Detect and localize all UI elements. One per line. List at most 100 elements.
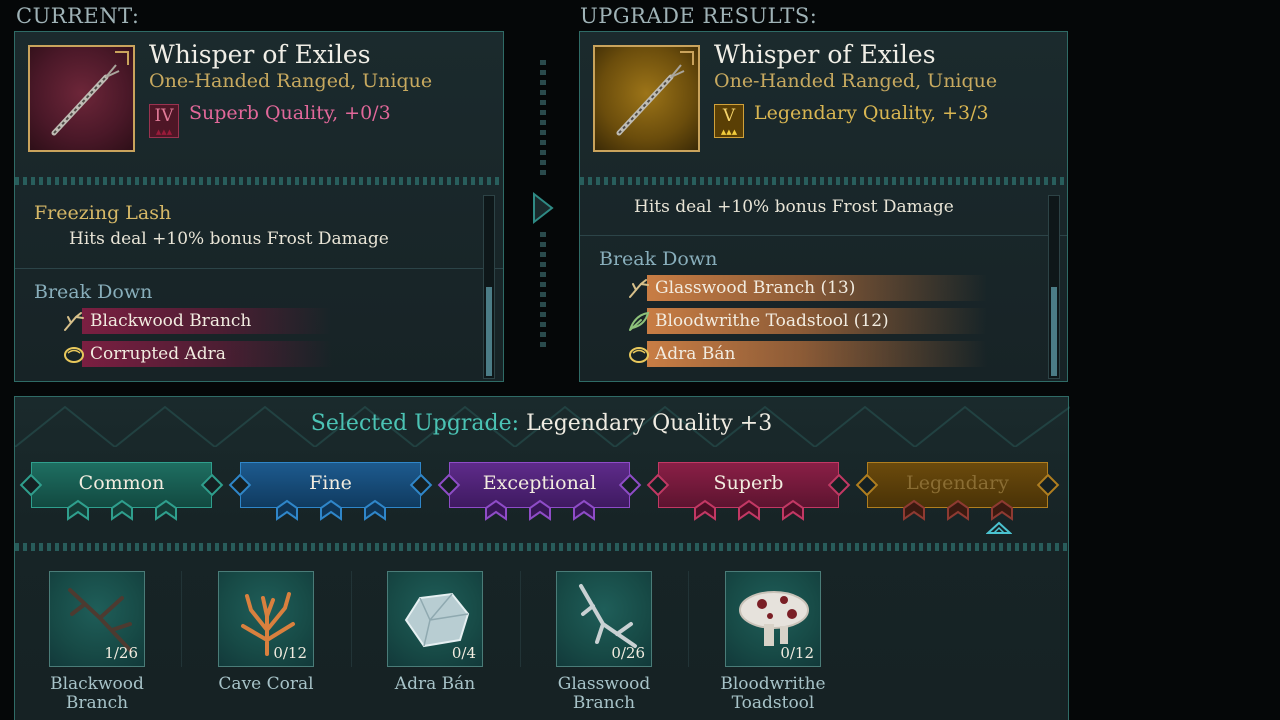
chevron-pip-icon	[110, 499, 133, 521]
quality-pips-icon: ▲▲▲	[720, 128, 738, 136]
quality-pips-icon: ▲▲▲	[155, 128, 173, 136]
current-section-label: CURRENT:	[16, 4, 140, 28]
break-down-item: Bloodwrithe Toadstool (12)	[627, 308, 987, 334]
selection-marker-icon	[986, 521, 1012, 534]
quality-numeral: V	[722, 106, 736, 126]
break-down-item-label: Corrupted Adra	[90, 344, 226, 364]
wand-icon	[616, 64, 685, 136]
divider	[15, 268, 503, 269]
chevron-pip-icon	[275, 499, 298, 521]
material-slot[interactable]: 1/26 Blackwood Branch	[17, 571, 177, 713]
tier-exceptional[interactable]: Exceptional	[437, 462, 642, 521]
divider	[520, 571, 521, 667]
break-down-item: Adra Bán	[627, 341, 987, 367]
material-count: 0/12	[780, 644, 814, 662]
enchantment-effect: Hits deal +10% bonus Frost Damage	[69, 229, 389, 249]
break-down-item-label: Blackwood Branch	[90, 311, 252, 331]
break-down-item-label: Bloodwrithe Toadstool (12)	[655, 311, 889, 331]
material-name: Adra Bán	[394, 674, 476, 694]
chevron-pip-icon	[737, 499, 760, 521]
tier-legendary[interactable]: Legendary	[855, 462, 1060, 521]
material-name: Blackwood Branch	[50, 674, 144, 713]
branch-icon	[64, 312, 84, 331]
quality-badge: IV ▲▲▲	[149, 104, 179, 138]
chevron-pip-icon	[363, 499, 386, 521]
chevron-pip-icon	[484, 499, 507, 521]
mushroom-icon	[739, 591, 809, 646]
tier-superb[interactable]: Superb	[646, 462, 851, 521]
chevron-pip-icon	[319, 499, 342, 521]
chevron-pip-icon	[572, 499, 595, 521]
chevron-pip-icon	[528, 499, 551, 521]
material-name: Cave Coral	[218, 674, 314, 694]
tier-fine[interactable]: Fine	[228, 462, 433, 521]
material-slot[interactable]: 0/12 Bloodwrithe Toadstool	[693, 571, 853, 713]
scrollbar[interactable]	[1048, 195, 1060, 379]
quality-text: Legendary Quality, +3/3	[754, 102, 989, 124]
divider	[351, 571, 352, 667]
quality-badge: V ▲▲▲	[714, 104, 744, 138]
tier-label: Common	[78, 472, 165, 494]
chevron-pip-icon	[154, 499, 177, 521]
chevron-pip-icon	[693, 499, 716, 521]
arrow-right-icon	[533, 191, 554, 225]
item-name: Whisper of Exiles	[149, 40, 371, 69]
upgrade-results-section-label: UPGRADE RESULTS:	[580, 4, 818, 28]
divider	[181, 571, 182, 667]
material-count: 0/4	[451, 644, 476, 662]
break-down-item: Glasswood Branch (13)	[627, 275, 987, 301]
material-count: 0/26	[611, 644, 645, 662]
break-down-item-label: Glasswood Branch (13)	[655, 278, 856, 298]
wand-icon	[51, 64, 120, 136]
current-item-panel: Whisper of Exiles One-Handed Ranged, Uni…	[14, 31, 504, 382]
enchantment-effect: Hits deal +10% bonus Frost Damage	[634, 197, 954, 217]
material-slot[interactable]: 0/12 Cave Coral	[186, 571, 346, 694]
item-name: Whisper of Exiles	[714, 40, 936, 69]
selected-upgrade-value: Legendary Quality +3	[526, 411, 773, 436]
material-count: 0/12	[273, 644, 307, 662]
material-slot[interactable]: 0/4 Adra Bán	[355, 571, 515, 694]
material-name: Bloodwrithe Toadstool	[720, 674, 826, 713]
divider	[15, 543, 1068, 551]
panel-divider	[540, 232, 546, 352]
crystal-icon	[404, 592, 470, 648]
branch-icon	[629, 279, 649, 298]
panel-divider	[540, 60, 546, 180]
break-down-item-label: Adra Bán	[655, 344, 736, 364]
tier-common[interactable]: Common	[19, 462, 224, 521]
chevron-pip-icon	[990, 499, 1013, 521]
tier-label: Exceptional	[482, 472, 597, 494]
chevron-pip-icon	[946, 499, 969, 521]
break-down-label: Break Down	[34, 281, 153, 303]
item-type: One-Handed Ranged, Unique	[149, 70, 433, 92]
quality-text: Superb Quality, +0/3	[189, 102, 391, 124]
tier-label: Fine	[309, 472, 352, 494]
selected-upgrade-label: Selected Upgrade:	[310, 411, 520, 436]
chevron-pip-icon	[66, 499, 89, 521]
material-name: Glasswood Branch	[557, 674, 651, 713]
item-portrait	[28, 45, 135, 152]
tier-label: Legendary	[906, 472, 1009, 494]
break-down-item: Corrupted Adra	[62, 341, 332, 367]
divider	[688, 571, 689, 667]
scrollbar[interactable]	[483, 195, 495, 379]
chevron-pip-icon	[781, 499, 804, 521]
divider	[15, 177, 503, 185]
material-slot[interactable]: 0/26 Glasswood Branch	[524, 571, 684, 713]
enchantment-name: Freezing Lash	[34, 202, 172, 224]
tier-label: Superb	[713, 472, 784, 494]
quality-numeral: IV	[154, 106, 174, 126]
selected-upgrade: Selected Upgrade: Legendary Quality +3	[15, 411, 1068, 436]
leaf-icon	[629, 311, 650, 331]
break-down-item: Blackwood Branch	[62, 308, 332, 334]
ore-icon	[629, 347, 649, 363]
break-down-label: Break Down	[599, 248, 718, 270]
item-type: One-Handed Ranged, Unique	[714, 70, 998, 92]
divider	[580, 235, 1067, 236]
upgrade-results-panel: Whisper of Exiles One-Handed Ranged, Uni…	[579, 31, 1068, 382]
material-count: 1/26	[104, 644, 138, 662]
ore-icon	[64, 347, 84, 363]
scrollbar-thumb[interactable]	[1051, 287, 1057, 376]
scrollbar-thumb[interactable]	[486, 287, 492, 376]
item-portrait	[593, 45, 700, 152]
